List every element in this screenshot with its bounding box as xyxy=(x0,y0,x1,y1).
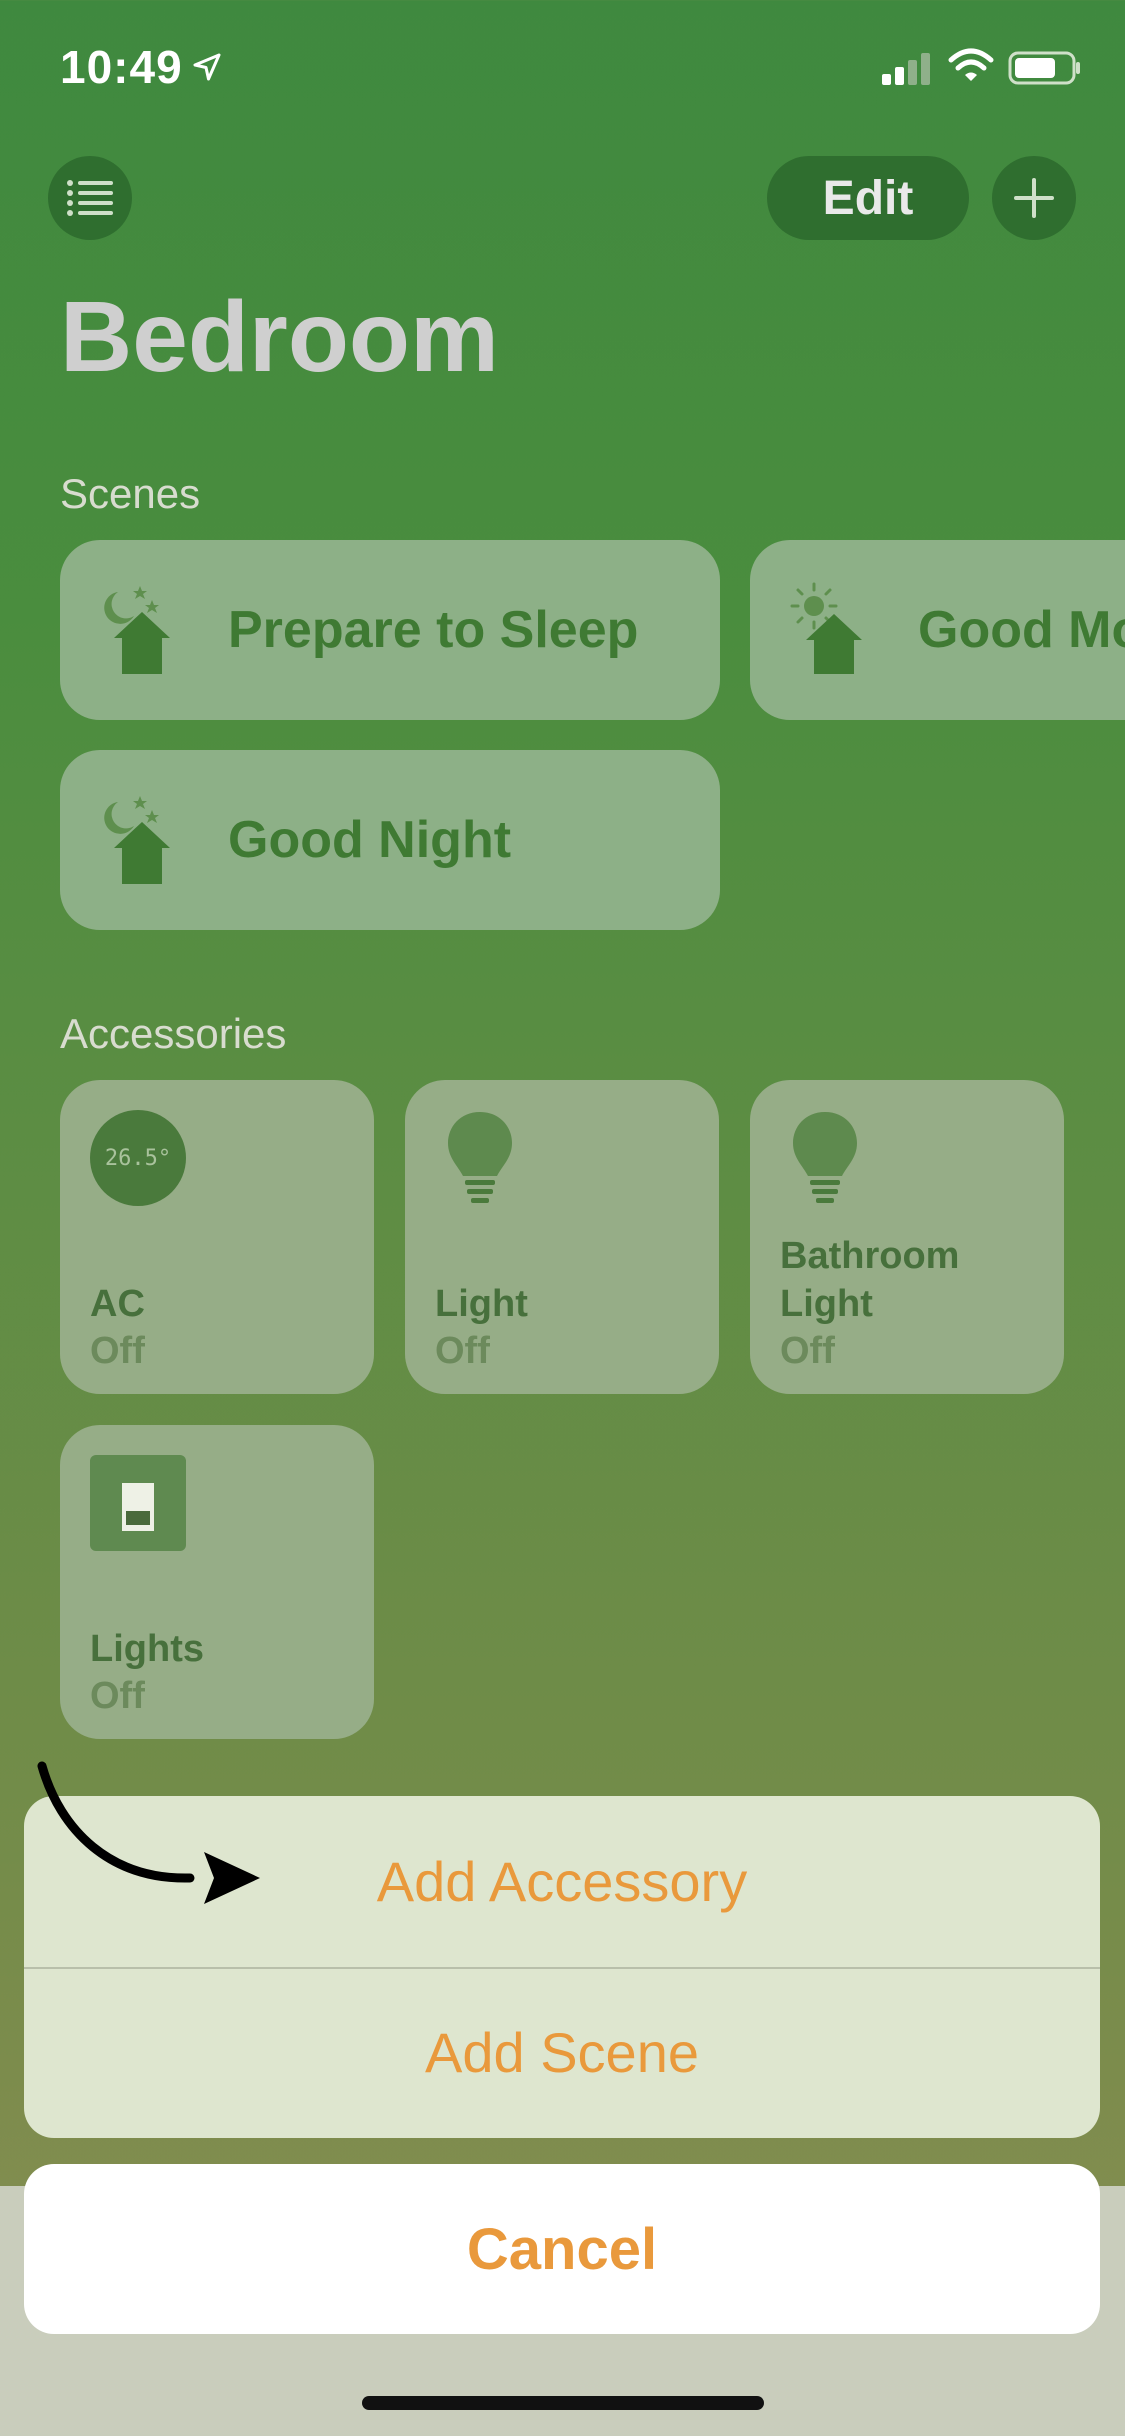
wifi-icon xyxy=(948,48,994,81)
scene-card-good-morning[interactable]: Good Mo xyxy=(750,540,1125,720)
annotation-arrow-icon xyxy=(37,1761,260,1904)
home-indicator xyxy=(362,2396,764,2410)
moon-home-icon xyxy=(104,586,170,674)
battery-icon xyxy=(1008,51,1080,85)
list-icon xyxy=(67,180,113,216)
thermostat-icon: 26.5° xyxy=(90,1110,186,1206)
add-button[interactable] xyxy=(992,156,1076,240)
scene-label: Good Night xyxy=(228,811,512,869)
lightbulb-icon xyxy=(448,1112,512,1203)
accessory-name: AC xyxy=(90,1283,145,1325)
page-title: Bedroom xyxy=(60,281,499,393)
home-list-button[interactable] xyxy=(48,156,132,240)
location-arrow-icon xyxy=(193,53,221,81)
scenes-section-title: Scenes xyxy=(60,470,201,517)
sun-home-icon xyxy=(790,582,862,674)
lightbulb-icon xyxy=(793,1112,857,1203)
accessory-tile-bathroom-light[interactable]: Bathroom Light Off xyxy=(750,1080,1064,1394)
add-scene-button[interactable]: Add Scene xyxy=(24,1967,1100,2138)
thermostat-reading: 26.5° xyxy=(104,1145,172,1171)
accessory-tile-light[interactable]: Light Off xyxy=(405,1080,719,1394)
moon-home-icon xyxy=(104,796,170,884)
accessory-name: Light xyxy=(435,1283,528,1325)
status-time: 10:49 xyxy=(60,41,183,93)
edit-button[interactable]: Edit xyxy=(767,156,969,240)
cellular-signal-icon xyxy=(882,53,930,85)
switch-icon xyxy=(90,1455,186,1551)
accessory-tile-lights[interactable]: Lights Off xyxy=(60,1425,374,1739)
accessory-status: Off xyxy=(435,1330,490,1372)
scene-card-good-night[interactable]: Good Night xyxy=(60,750,720,930)
accessories-section-title: Accessories xyxy=(60,1010,287,1057)
accessory-status: Off xyxy=(90,1330,145,1372)
accessory-name: Lights xyxy=(90,1628,204,1670)
scene-label: Prepare to Sleep xyxy=(228,601,639,659)
scene-card-prepare-to-sleep[interactable]: Prepare to Sleep xyxy=(60,540,720,720)
accessory-tile-ac[interactable]: 26.5° AC Off xyxy=(60,1080,374,1394)
accessory-status: Off xyxy=(780,1330,835,1372)
cancel-button[interactable]: Cancel xyxy=(24,2164,1100,2334)
scene-label: Good Mo xyxy=(918,601,1125,659)
accessory-name: Bathroom Light xyxy=(780,1235,960,1325)
accessory-status: Off xyxy=(90,1675,145,1717)
plus-icon xyxy=(1014,178,1054,218)
